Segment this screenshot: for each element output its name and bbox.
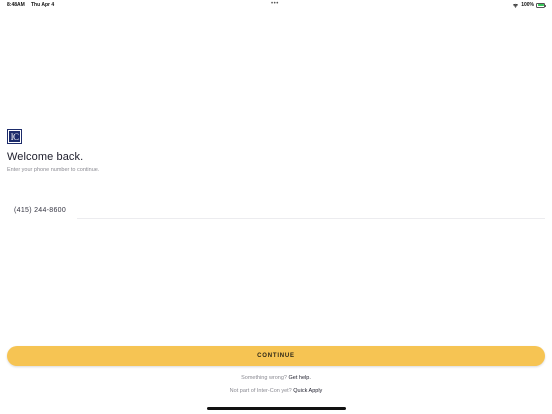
- status-bar: 8:48AM Thu Apr 4 ••• 100%: [0, 0, 552, 10]
- quick-apply-link[interactable]: Quick Apply: [293, 388, 322, 394]
- battery-percent: 100%: [521, 2, 534, 8]
- battery-fill: [537, 4, 544, 6]
- logo-text: IC: [8, 130, 21, 143]
- company-logo: IC: [7, 129, 22, 144]
- apply-prompt: Not part of Inter-Con yet?: [229, 388, 292, 394]
- phone-number-field[interactable]: (415) 244-8600: [14, 205, 545, 219]
- page-title: Welcome back.: [7, 151, 84, 163]
- login-screen: 8:48AM Thu Apr 4 ••• 100% IC Welcome bac…: [0, 0, 552, 414]
- phone-number-value[interactable]: (415) 244-8600: [14, 207, 66, 214]
- status-indicators: 100%: [512, 2, 546, 8]
- continue-button[interactable]: CONTINUE: [7, 346, 545, 366]
- battery-nub: [544, 4, 546, 7]
- page-subtitle: Enter your phone number to continue.: [7, 167, 100, 173]
- wifi-icon: [513, 3, 519, 8]
- multitasking-dots[interactable]: •••: [271, 1, 279, 7]
- help-prompt: Something wrong?: [241, 375, 287, 381]
- apply-line: Not part of Inter-Con yet? Quick Apply: [0, 388, 552, 394]
- status-time: 8:48AM: [7, 2, 25, 8]
- battery-icon: [536, 2, 546, 8]
- help-line: Something wrong? Get help.: [0, 375, 552, 381]
- continue-label: CONTINUE: [257, 353, 295, 359]
- status-date: Thu Apr 4: [31, 2, 55, 8]
- home-indicator[interactable]: [207, 407, 346, 410]
- phone-field-underline: [77, 218, 545, 219]
- get-help-link[interactable]: Get help.: [289, 375, 311, 381]
